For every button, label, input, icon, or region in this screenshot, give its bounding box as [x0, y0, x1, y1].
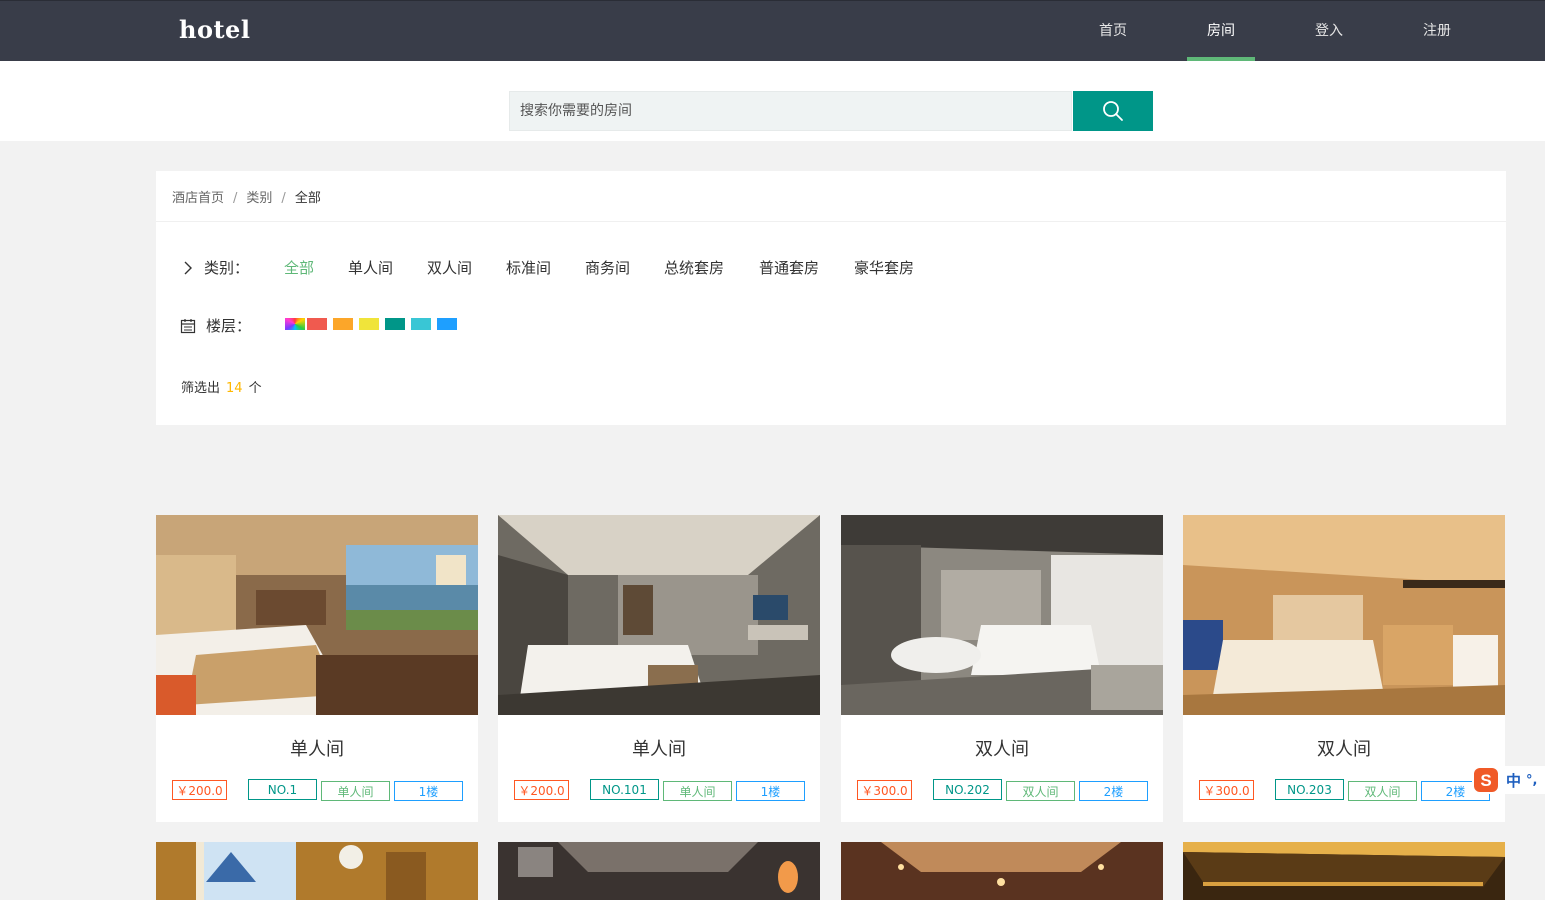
- category-single[interactable]: 单人间: [348, 257, 393, 278]
- ime-toolbar[interactable]: S 中 °,: [1472, 766, 1545, 794]
- category-all[interactable]: 全部: [284, 257, 314, 278]
- breadcrumb-home[interactable]: 酒店首页: [172, 191, 224, 206]
- category-label-row: 类别：: [182, 257, 249, 278]
- category-double[interactable]: 双人间: [427, 257, 472, 278]
- category-presidential[interactable]: 总统套房: [664, 257, 724, 278]
- chevron-right-icon: [184, 261, 192, 274]
- room-floor-badge: 1楼: [736, 781, 805, 801]
- divider: [156, 221, 1506, 222]
- category-deluxe-suite[interactable]: 豪华套房: [854, 257, 914, 278]
- calendar-icon: [180, 318, 196, 333]
- floor-label-row: 楼层：: [180, 315, 251, 336]
- room-type-badge: 单人间: [321, 781, 390, 801]
- room-type-badge: 双人间: [1348, 781, 1417, 801]
- category-label: 类别：: [204, 259, 250, 277]
- category-business[interactable]: 商务间: [585, 257, 630, 278]
- floor-swatch[interactable]: [359, 318, 379, 330]
- result-suffix: 个: [248, 381, 262, 396]
- room-card-partial[interactable]: [841, 842, 1163, 900]
- floor-swatch[interactable]: [333, 318, 353, 330]
- room-number-badge: NO.202: [933, 779, 1002, 800]
- category-regular-suite[interactable]: 普通套房: [759, 257, 819, 278]
- room-photo[interactable]: [498, 515, 820, 715]
- result-count: 筛选出 14 个: [181, 377, 262, 396]
- floor-label: 楼层：: [206, 317, 252, 335]
- result-number: 14: [226, 381, 243, 396]
- breadcrumb: 酒店首页 / 类别 / 全部: [172, 187, 321, 206]
- room-card-partial[interactable]: [498, 842, 820, 900]
- room-floor-badge: 1楼: [394, 781, 463, 801]
- room-number-badge: NO.1: [248, 779, 317, 800]
- search-icon: [1103, 101, 1123, 121]
- room-photo[interactable]: [1183, 515, 1505, 715]
- breadcrumb-separator: /: [233, 191, 238, 206]
- sogou-logo-icon: S: [1474, 768, 1498, 792]
- room-floor-badge: 2楼: [1079, 781, 1148, 801]
- floor-swatch-all[interactable]: [285, 318, 305, 330]
- breadcrumb-category[interactable]: 类别: [246, 191, 272, 206]
- logo[interactable]: hotel: [179, 15, 250, 44]
- floor-swatch[interactable]: [307, 318, 327, 330]
- ime-punct-label: °,: [1526, 772, 1538, 788]
- search-bar: [0, 61, 1545, 141]
- room-name: 双人间: [1317, 739, 1371, 760]
- room-name: 双人间: [975, 739, 1029, 760]
- room-photo[interactable]: [156, 515, 478, 715]
- room-card-partial[interactable]: [1183, 842, 1505, 900]
- room-name: 单人间: [290, 739, 344, 760]
- room-number-badge: NO.101: [590, 779, 659, 800]
- room-price-badge: ￥200.0: [514, 780, 569, 800]
- search-button[interactable]: [1073, 91, 1153, 131]
- nav-register[interactable]: 注册: [1403, 1, 1471, 61]
- breadcrumb-separator: /: [281, 191, 286, 206]
- room-price-badge: ￥200.0: [172, 780, 227, 800]
- room-name: 单人间: [632, 739, 686, 760]
- room-card-partial[interactable]: [156, 842, 478, 900]
- room-type-badge: 单人间: [663, 781, 732, 801]
- room-card[interactable]: 双人间 ￥300.0 NO.203 双人间 2楼: [1183, 515, 1505, 822]
- floor-swatch[interactable]: [437, 318, 457, 330]
- svg-text:S: S: [1480, 771, 1491, 790]
- room-price-badge: ￥300.0: [1199, 780, 1254, 800]
- top-navbar: hotel 首页 房间 登入 注册: [0, 0, 1545, 62]
- floor-swatch[interactable]: [385, 318, 405, 330]
- room-card[interactable]: 单人间 ￥200.0 NO.101 单人间 1楼: [498, 515, 820, 822]
- floor-swatch[interactable]: [411, 318, 431, 330]
- room-photo[interactable]: [841, 515, 1163, 715]
- room-type-badge: 双人间: [1006, 781, 1075, 801]
- nav-login[interactable]: 登入: [1295, 1, 1363, 61]
- nav-rooms[interactable]: 房间: [1187, 1, 1255, 62]
- filter-panel: 酒店首页 / 类别 / 全部 类别： 全部 单人间 双人间 标准间 商务间 总统套房 普…: [156, 171, 1506, 425]
- nav-home[interactable]: 首页: [1079, 1, 1147, 61]
- breadcrumb-current: 全部: [294, 191, 321, 206]
- room-card[interactable]: 单人间 ￥200.0 NO.1 单人间 1楼: [156, 515, 478, 822]
- result-prefix: 筛选出: [181, 381, 221, 396]
- search-input[interactable]: [509, 91, 1072, 131]
- room-price-badge: ￥300.0: [857, 780, 912, 800]
- room-card[interactable]: 双人间 ￥300.0 NO.202 双人间 2楼: [841, 515, 1163, 822]
- ime-mode-label: 中: [1506, 771, 1522, 790]
- room-number-badge: NO.203: [1275, 779, 1344, 800]
- category-standard[interactable]: 标准间: [506, 257, 551, 278]
